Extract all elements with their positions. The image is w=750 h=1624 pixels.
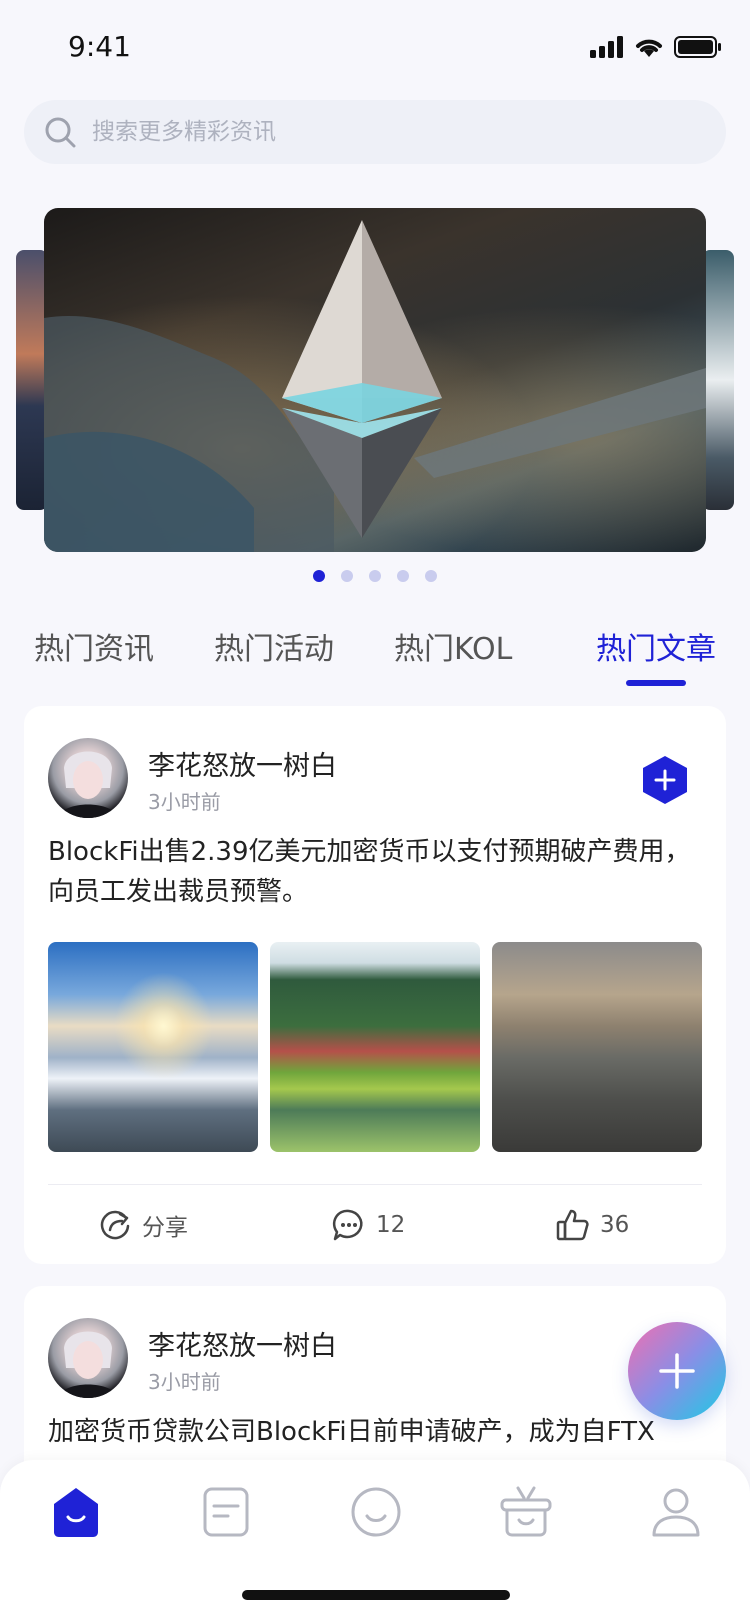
pagination-dot-2[interactable] bbox=[341, 570, 353, 582]
basket-icon[interactable] bbox=[498, 1484, 554, 1540]
avatar[interactable] bbox=[48, 1318, 128, 1398]
status-icons bbox=[590, 33, 722, 61]
post-image-3[interactable] bbox=[492, 942, 702, 1152]
banner-pagination bbox=[0, 570, 750, 582]
plus-icon bbox=[659, 1353, 695, 1389]
post-card[interactable]: 李花怒放一树白 3小时前 BlockFi出售2.39亿美元加密货币以支付预期破产… bbox=[24, 706, 726, 1264]
like-button[interactable]: 36 bbox=[556, 1200, 629, 1250]
search-icon bbox=[45, 117, 76, 148]
thumbs-up-icon bbox=[556, 1209, 589, 1241]
pagination-dot-5[interactable] bbox=[425, 570, 437, 582]
tab-hot-news[interactable]: 热门资讯 bbox=[34, 624, 154, 668]
active-tab-indicator bbox=[626, 680, 686, 686]
tab-hot-kol[interactable]: 热门KOL bbox=[394, 624, 512, 668]
avatar[interactable] bbox=[48, 738, 128, 818]
battery-icon bbox=[674, 36, 721, 58]
comment-icon bbox=[332, 1209, 363, 1241]
create-post-button[interactable] bbox=[628, 1322, 726, 1420]
post-time: 3小时前 bbox=[148, 790, 221, 814]
post-image-2[interactable] bbox=[270, 942, 480, 1152]
search-bar[interactable] bbox=[24, 100, 726, 164]
home-icon[interactable] bbox=[48, 1484, 104, 1540]
post-image-1[interactable] bbox=[48, 942, 258, 1152]
tab-hot-events[interactable]: 热门活动 bbox=[214, 624, 334, 668]
pagination-dot-3[interactable] bbox=[369, 570, 381, 582]
share-label: 分享 bbox=[142, 1215, 188, 1241]
post-time: 3小时前 bbox=[148, 1370, 221, 1394]
comment-button[interactable]: 12 bbox=[332, 1200, 405, 1250]
wifi-icon bbox=[636, 39, 662, 57]
author-name[interactable]: 李花怒放一树白 bbox=[148, 1324, 337, 1363]
home-indicator bbox=[242, 1590, 510, 1600]
post-text[interactable]: 加密货币贷款公司BlockFi日前申请破产，成为自FTX bbox=[48, 1412, 708, 1452]
document-icon[interactable] bbox=[198, 1484, 254, 1540]
banner-image[interactable] bbox=[44, 208, 706, 552]
post-text[interactable]: BlockFi出售2.39亿美元加密货币以支付预期破产费用，向员工发出裁员预警。 bbox=[48, 832, 702, 912]
pagination-dot-1[interactable] bbox=[313, 570, 325, 582]
search-input[interactable] bbox=[92, 119, 652, 145]
signal-icon bbox=[590, 36, 623, 58]
hex-plus-icon[interactable] bbox=[640, 754, 690, 806]
status-time: 9:41 bbox=[68, 30, 131, 63]
divider bbox=[48, 1184, 702, 1185]
tab-hot-articles[interactable]: 热门文章 bbox=[596, 624, 716, 668]
share-button[interactable]: 分享 bbox=[98, 1200, 188, 1250]
pagination-dot-4[interactable] bbox=[397, 570, 409, 582]
comment-count: 12 bbox=[376, 1212, 406, 1238]
like-count: 36 bbox=[600, 1212, 630, 1238]
status-bar: 9:41 bbox=[0, 0, 750, 88]
profile-icon[interactable] bbox=[648, 1484, 704, 1540]
author-name[interactable]: 李花怒放一树白 bbox=[148, 744, 337, 783]
smile-icon[interactable] bbox=[348, 1484, 404, 1540]
banner-next-slide[interactable] bbox=[702, 250, 734, 510]
share-icon bbox=[100, 1210, 130, 1240]
